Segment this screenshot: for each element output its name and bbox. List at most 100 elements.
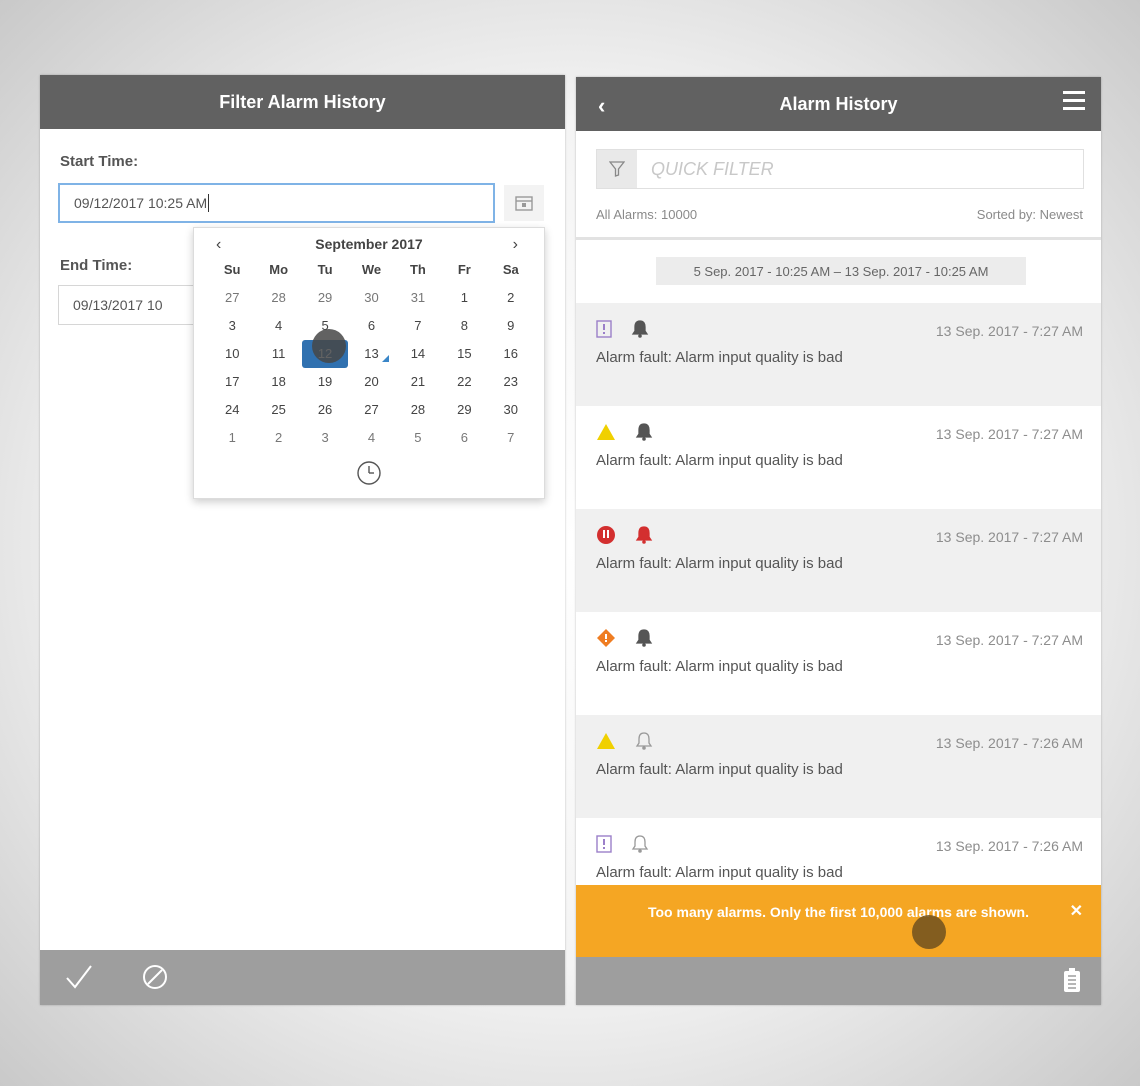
back-chevron-icon[interactable]: ‹ bbox=[598, 93, 605, 119]
next-month-button[interactable]: › bbox=[513, 236, 518, 254]
history-footer-bar bbox=[576, 957, 1101, 1005]
calendar-day[interactable]: 24 bbox=[209, 396, 255, 424]
clear-history-button[interactable] bbox=[1063, 967, 1081, 998]
high-diamond-icon bbox=[596, 628, 616, 653]
funnel-icon[interactable] bbox=[597, 150, 637, 188]
bell-active-icon bbox=[634, 628, 654, 653]
start-time-input[interactable]: 09/12/2017 10:25 AM bbox=[58, 183, 495, 223]
calendar-day[interactable]: 6 bbox=[348, 312, 394, 340]
calendar-day[interactable]: 6 bbox=[441, 424, 487, 452]
calendar-day[interactable]: 13 bbox=[348, 340, 394, 368]
alarm-time: 13 Sep. 2017 - 7:26 AM bbox=[935, 735, 1083, 751]
calendar-day[interactable]: 30 bbox=[488, 396, 534, 424]
alarm-row[interactable]: 13 Sep. 2017 - 7:27 AM Alarm fault: Alarm… bbox=[576, 406, 1101, 509]
calendar-day[interactable]: 28 bbox=[395, 396, 441, 424]
quick-filter-input[interactable] bbox=[651, 158, 1051, 180]
calendar-day[interactable]: 31 bbox=[395, 284, 441, 312]
sort-order[interactable]: Sorted by: Newest bbox=[977, 207, 1083, 222]
start-time-label: Start Time: bbox=[60, 153, 139, 170]
calendar-day[interactable]: 4 bbox=[348, 424, 394, 452]
alarm-time: 13 Sep. 2017 - 7:27 AM bbox=[935, 632, 1083, 648]
trash-icon bbox=[1064, 968, 1080, 992]
quick-filter-box bbox=[596, 149, 1084, 189]
apply-filter-button[interactable] bbox=[64, 962, 94, 997]
text-caret bbox=[208, 194, 210, 212]
alarm-message: Alarm fault: Alarm input quality is bad bbox=[596, 864, 843, 881]
calendar-day[interactable]: 26 bbox=[302, 396, 348, 424]
info-square-icon bbox=[596, 320, 612, 343]
calendar-day[interactable]: 5 bbox=[395, 424, 441, 452]
calendar-day[interactable]: 29 bbox=[302, 284, 348, 312]
calendar-day[interactable]: 16 bbox=[488, 340, 534, 368]
alarm-row[interactable]: 13 Sep. 2017 - 7:26 AM Alarm fault: Alarm… bbox=[576, 715, 1101, 818]
calendar-day[interactable]: 2 bbox=[255, 424, 301, 452]
calendar-day[interactable]: 2 bbox=[488, 284, 534, 312]
calendar-day[interactable]: 10 bbox=[209, 340, 255, 368]
calendar-day[interactable]: 17 bbox=[209, 368, 255, 396]
time-picker-toggle[interactable] bbox=[356, 460, 382, 489]
calendar-day[interactable]: 3 bbox=[302, 424, 348, 452]
calendar-day[interactable]: 27 bbox=[348, 396, 394, 424]
alarm-status-icons bbox=[596, 422, 654, 447]
alarm-status-icons bbox=[596, 319, 650, 344]
alarm-history-panel: ‹ Alarm History All Alarms: 10000 Sorted… bbox=[576, 77, 1101, 1005]
alarm-time: 13 Sep. 2017 - 7:27 AM bbox=[935, 426, 1083, 442]
calendar-day[interactable]: 15 bbox=[441, 340, 487, 368]
date-picker-popup: ‹ September 2017 › Su Mo Tu We Th Fr Sa 27 28 29 3… bbox=[193, 227, 545, 499]
calendar-day[interactable]: 18 bbox=[255, 368, 301, 396]
calendar-day[interactable]: 28 bbox=[255, 284, 301, 312]
alarm-row[interactable]: 13 Sep. 2017 - 7:27 AM Alarm fault: Alarm… bbox=[576, 303, 1101, 406]
hamburger-menu-icon[interactable] bbox=[1063, 89, 1085, 118]
calendar-day[interactable]: 1 bbox=[441, 284, 487, 312]
alarm-time: 13 Sep. 2017 - 7:26 AM bbox=[935, 838, 1083, 854]
calendar-day[interactable]: 14 bbox=[395, 340, 441, 368]
calendar-day[interactable]: 4 bbox=[255, 312, 301, 340]
calendar-day[interactable]: 22 bbox=[441, 368, 487, 396]
alarm-list: 13 Sep. 2017 - 7:27 AM Alarm fault: Alarm… bbox=[576, 303, 1101, 921]
start-calendar-button[interactable] bbox=[504, 185, 544, 221]
weekday-header: Sa bbox=[502, 262, 519, 277]
checkmark-icon bbox=[66, 965, 92, 989]
calendar-day[interactable]: 8 bbox=[441, 312, 487, 340]
alarm-count: All Alarms: 10000 bbox=[596, 207, 698, 222]
calendar-day[interactable]: 11 bbox=[255, 340, 301, 368]
calendar-day[interactable]: 29 bbox=[441, 396, 487, 424]
filter-title: Filter Alarm History bbox=[219, 91, 386, 112]
alarm-message: Alarm fault: Alarm input quality is bad bbox=[596, 452, 843, 469]
calendar-day[interactable]: 7 bbox=[488, 424, 534, 452]
toast-close-icon[interactable]: ✕ bbox=[1070, 901, 1083, 923]
history-header: ‹ Alarm History bbox=[576, 77, 1101, 131]
calendar-day[interactable]: 7 bbox=[395, 312, 441, 340]
alarm-message: Alarm fault: Alarm input quality is bad bbox=[596, 658, 843, 675]
cancel-circle-icon bbox=[143, 965, 167, 989]
calendar-day[interactable]: 9 bbox=[488, 312, 534, 340]
weekday-header: Th bbox=[409, 262, 426, 277]
calendar-day[interactable]: 23 bbox=[488, 368, 534, 396]
end-time-label: End Time: bbox=[60, 257, 133, 274]
bell-outline-icon bbox=[630, 834, 650, 859]
calendar-month-title[interactable]: September 2017 bbox=[194, 236, 544, 252]
end-time-value: 09/13/2017 10 bbox=[73, 297, 163, 313]
calendar-day[interactable]: 27 bbox=[209, 284, 255, 312]
start-time-value: 09/12/2017 10:25 AM bbox=[74, 195, 208, 211]
alarm-row[interactable]: 13 Sep. 2017 - 7:27 AM Alarm fault: Alarm… bbox=[576, 612, 1101, 715]
alarm-row[interactable]: 13 Sep. 2017 - 7:27 AM Alarm fault: Alarm… bbox=[576, 509, 1101, 612]
alarm-time: 13 Sep. 2017 - 7:27 AM bbox=[935, 529, 1083, 545]
date-range-chip[interactable]: 5 Sep. 2017 - 10:25 AM – 13 Sep. 2017 - … bbox=[656, 257, 1026, 285]
calendar-day[interactable]: 19 bbox=[302, 368, 348, 396]
cancel-filter-button[interactable] bbox=[140, 962, 170, 997]
calendar-day[interactable]: 20 bbox=[348, 368, 394, 396]
bell-active-icon bbox=[630, 319, 650, 344]
calendar-day[interactable]: 1 bbox=[209, 424, 255, 452]
calendar-day[interactable]: 30 bbox=[348, 284, 394, 312]
bell-outline-icon bbox=[634, 731, 654, 756]
alarm-status-icons bbox=[596, 628, 654, 653]
calendar-day[interactable]: 21 bbox=[395, 368, 441, 396]
weekday-header: Tu bbox=[317, 262, 333, 277]
history-title: Alarm History bbox=[779, 93, 898, 114]
alarm-message: Alarm fault: Alarm input quality is bad bbox=[596, 349, 843, 366]
calendar-day[interactable]: 3 bbox=[209, 312, 255, 340]
calendar-day[interactable]: 25 bbox=[255, 396, 301, 424]
weekday-header: Mo bbox=[269, 262, 289, 277]
info-square-icon bbox=[596, 835, 612, 858]
